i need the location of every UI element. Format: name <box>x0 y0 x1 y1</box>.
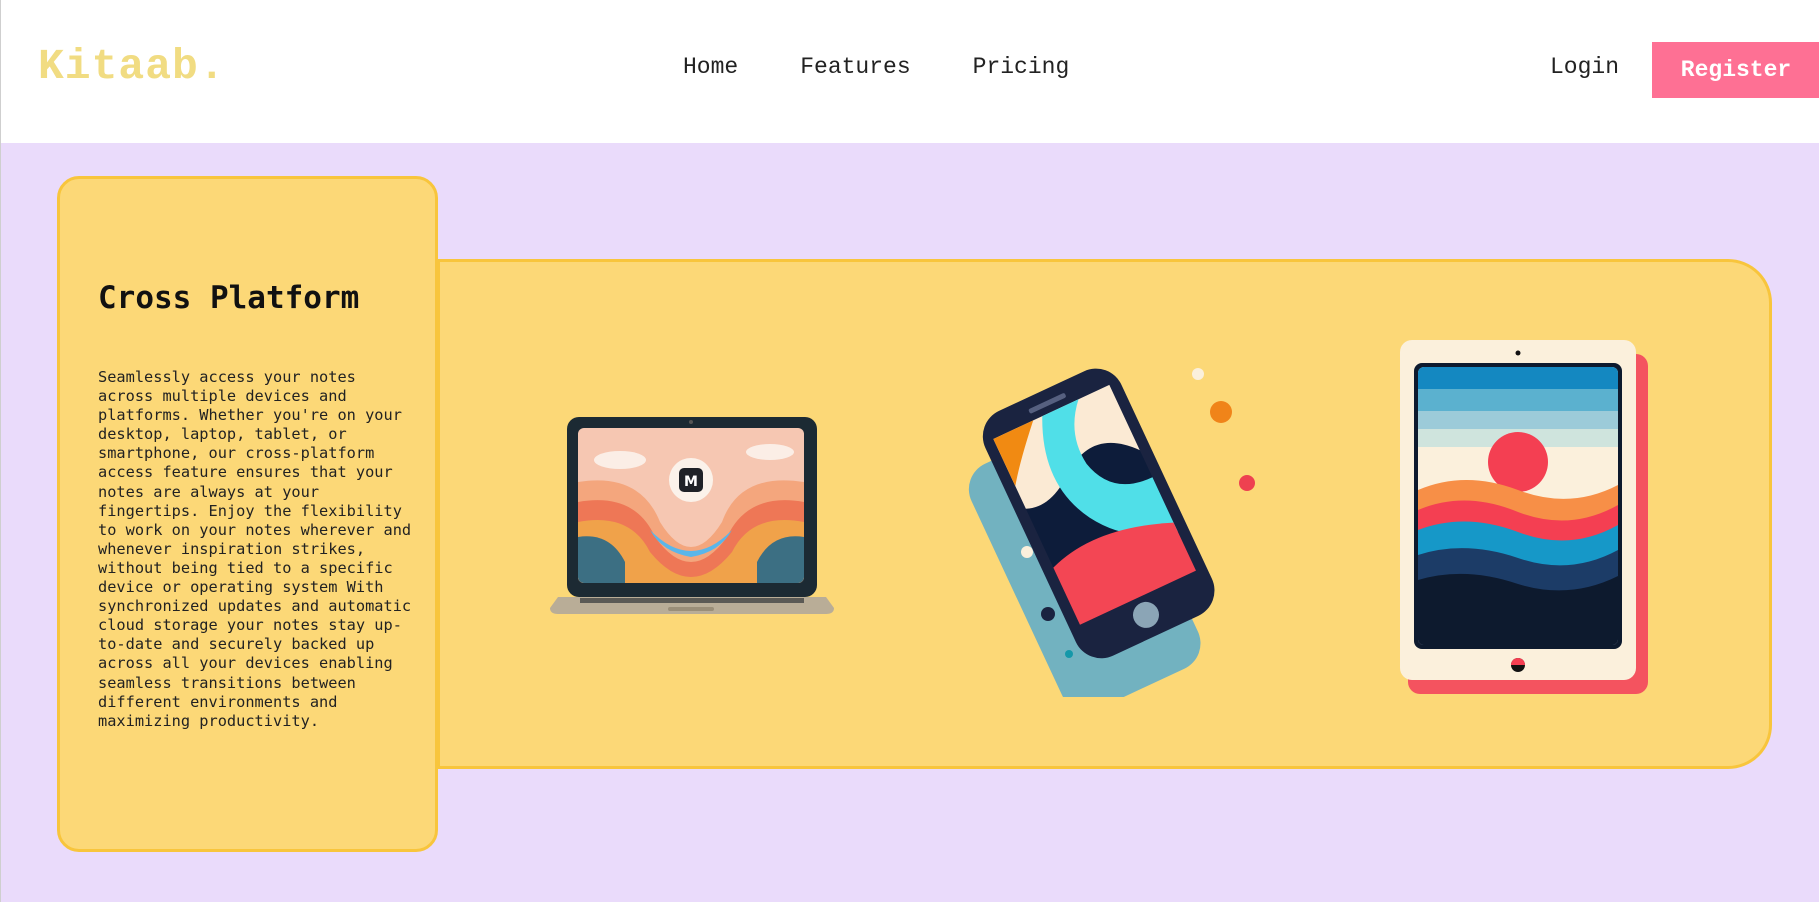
laptop-illustration: M <box>550 417 834 614</box>
feature-card: Cross Platform Seamlessly access your no… <box>57 176 438 852</box>
feature-description: Seamlessly access your notes across mult… <box>98 368 412 730</box>
login-link[interactable]: Login <box>1550 54 1619 80</box>
svg-text:M: M <box>684 474 698 490</box>
nav-home-link[interactable]: Home <box>683 54 738 80</box>
logo[interactable]: Kitaab. <box>38 42 226 91</box>
features-section: M Cross Platform Seamlessly access your … <box>0 143 1819 902</box>
register-button[interactable]: Register <box>1652 42 1819 98</box>
nav-pricing-link[interactable]: Pricing <box>973 54 1070 80</box>
site-header: Kitaab. Home Features Pricing Login Regi… <box>0 0 1819 143</box>
devices-panel: M <box>437 259 1772 769</box>
tablet-illustration <box>1400 340 1648 694</box>
feature-title: Cross Platform <box>98 280 360 316</box>
main-nav: Home Features Pricing <box>683 54 1131 80</box>
smartphone-illustration <box>968 368 1255 697</box>
nav-features-link[interactable]: Features <box>800 54 910 80</box>
